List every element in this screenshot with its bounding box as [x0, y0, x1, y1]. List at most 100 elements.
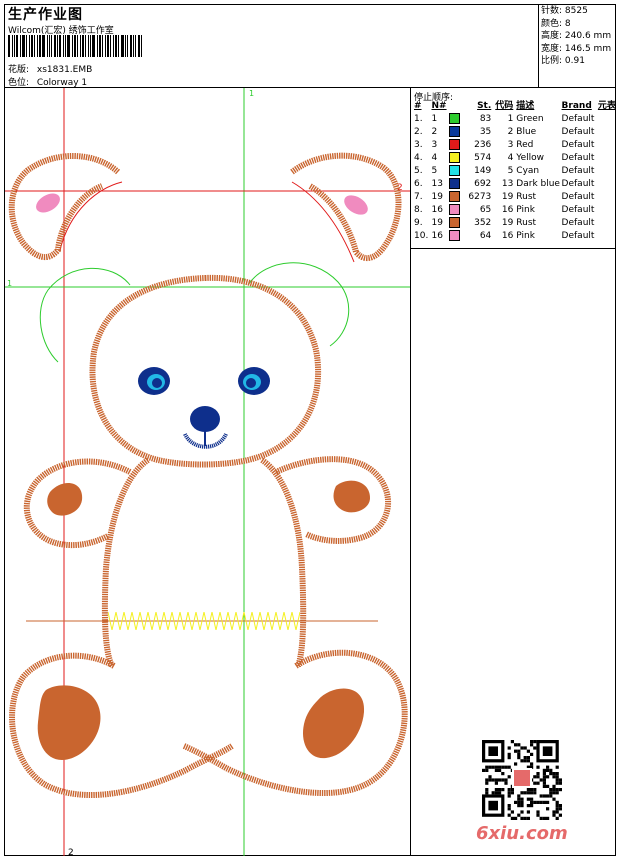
- qr-module: [520, 759, 524, 763]
- watermark-logo: 6xiu.com: [476, 823, 568, 844]
- qr-module: [539, 778, 543, 782]
- row-brand: Default: [561, 127, 595, 137]
- qr-module: [558, 807, 562, 811]
- qr-module: [536, 775, 540, 779]
- design-stats: 针数: 8525 颜色: 8 高度: 240.6 mm 宽度: 146.5 mm…: [541, 5, 611, 68]
- table-row: 1. 1 83 1 Green Default: [412, 113, 620, 126]
- qr-module: [520, 797, 524, 801]
- qr-module: [501, 788, 505, 792]
- qr-module: [549, 768, 553, 772]
- design-file-name: xs1831.EMB: [36, 65, 93, 75]
- colorway-label: 色位:: [8, 78, 30, 88]
- guide-label-v1: 1: [249, 89, 254, 98]
- colorway-row: 色位: Colorway 1: [8, 75, 87, 88]
- qr-module: [526, 759, 530, 763]
- row-extra: [598, 191, 620, 204]
- qr-module: [530, 740, 534, 744]
- row-swatch: [448, 113, 464, 126]
- qr-module: [510, 816, 514, 820]
- panel-divider: [410, 87, 411, 856]
- row-description: Cyan: [516, 166, 540, 176]
- qr-module: [536, 765, 540, 769]
- qr-module: [549, 791, 553, 795]
- row-index: 9.: [414, 218, 423, 228]
- qr-module: [507, 813, 511, 817]
- qr-module: [546, 794, 550, 798]
- qr-module: [520, 804, 524, 808]
- table-row: 10. 16 64 16 Pink Default: [412, 230, 620, 243]
- qr-module: [514, 743, 518, 747]
- qr-module: [530, 752, 534, 756]
- qr-module: [485, 765, 489, 769]
- qr-module: [523, 816, 527, 820]
- row-brand: Default: [561, 166, 595, 176]
- qr-module: [520, 810, 524, 814]
- qr-module: [520, 746, 524, 750]
- color-swatch: [448, 191, 460, 202]
- row-code: 19: [501, 192, 514, 202]
- barcode-bar: [74, 35, 76, 57]
- qr-module: [523, 756, 527, 760]
- col-index: #: [414, 101, 422, 111]
- qr-module: [530, 804, 534, 808]
- qr-module: [520, 800, 524, 804]
- barcode-bar: [77, 35, 78, 57]
- design-file-row: 花版: xs1831.EMB: [8, 62, 92, 75]
- qr-module: [494, 781, 498, 785]
- qr-module: [542, 768, 546, 772]
- row-index: 8.: [414, 205, 423, 215]
- barcode-bar: [20, 35, 21, 57]
- qr-module: [488, 775, 492, 779]
- qr-module: [539, 800, 543, 804]
- barcode-bar: [39, 35, 41, 57]
- barcode-bar: [82, 35, 84, 57]
- qr-module: [533, 781, 537, 785]
- qr-module: [517, 794, 521, 798]
- barcode-bar: [90, 35, 91, 57]
- qr-module: [558, 781, 562, 785]
- qr-module: [558, 788, 562, 792]
- row-swatch: [448, 126, 464, 139]
- qr-module: [501, 772, 505, 776]
- qr-module: [494, 778, 498, 782]
- row-extra: [598, 178, 620, 191]
- qr-module: [494, 765, 498, 769]
- row-description: Dark blue: [516, 179, 560, 189]
- row-index: 1.: [414, 114, 423, 124]
- color-swatch: [448, 126, 460, 137]
- qr-module: [482, 768, 486, 772]
- header-column-divider: [538, 4, 539, 88]
- table-row: 8. 16 65 16 Pink Default: [412, 204, 620, 217]
- design-label: 花版:: [8, 65, 30, 75]
- qr-module: [491, 765, 495, 769]
- row-code: 3: [507, 140, 514, 150]
- qr-module: [542, 781, 546, 785]
- barcode-bar: [118, 35, 119, 57]
- qr-module: [514, 749, 518, 753]
- row-swatch: [448, 191, 464, 204]
- color-swatch: [448, 165, 460, 176]
- guide-label-v2: 2: [68, 848, 74, 856]
- qr-module: [542, 800, 546, 804]
- row-description: Green: [516, 114, 544, 124]
- qr-module: [517, 743, 521, 747]
- row-extra: [598, 230, 620, 243]
- row-code: 19: [501, 218, 514, 228]
- row-stitches: 236: [474, 140, 492, 150]
- row-code: 13: [501, 179, 514, 189]
- qr-module: [510, 810, 514, 814]
- barcode-bar: [47, 35, 48, 57]
- qr-module: [517, 752, 521, 756]
- qr-module: [536, 800, 540, 804]
- row-needle: 1: [431, 114, 438, 124]
- qr-module: [507, 752, 511, 756]
- qr-module: [546, 775, 550, 779]
- row-needle: 5: [431, 166, 438, 176]
- row-code: 2: [507, 127, 514, 137]
- row-extra: [598, 165, 620, 178]
- left-ear-placement-outline: [39, 267, 131, 363]
- col-brand: Brand: [561, 101, 592, 111]
- qr-module: [517, 800, 521, 804]
- barcode-bar: [67, 35, 70, 57]
- stat-stitches: 针数: 8525: [541, 6, 588, 16]
